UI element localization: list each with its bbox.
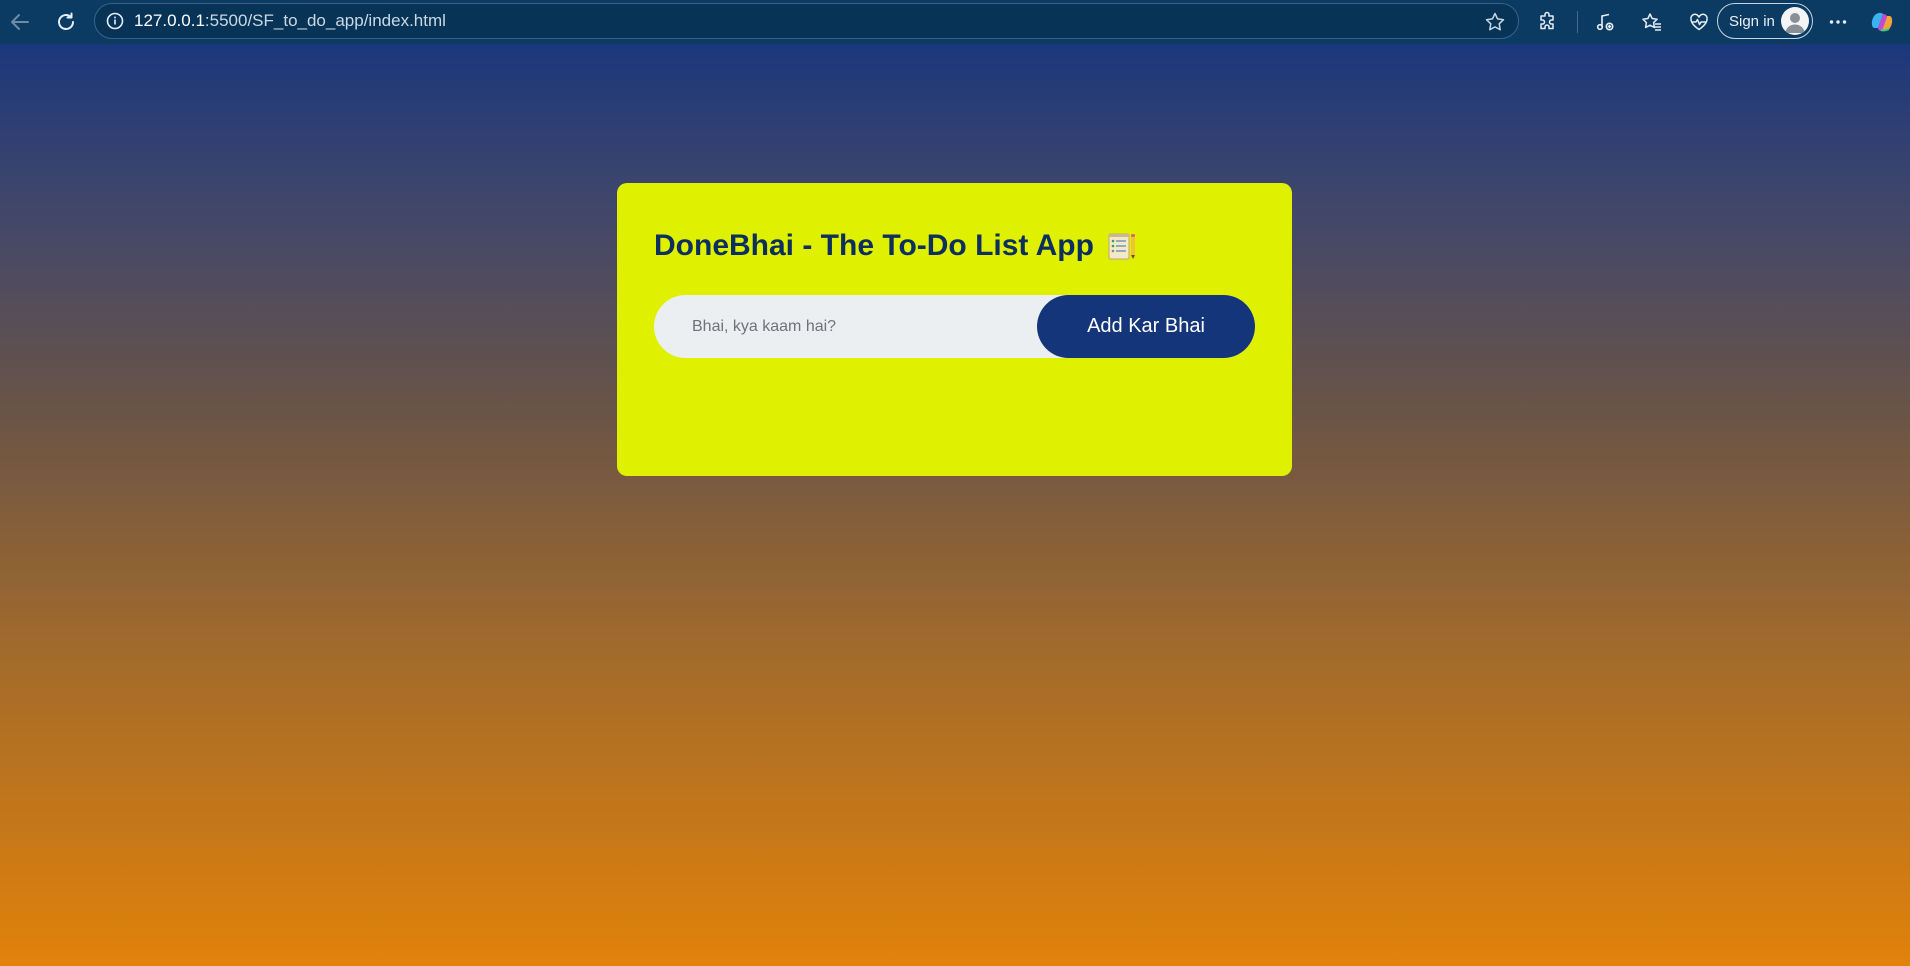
toolbar-icons [1530,4,1728,40]
extensions-icon[interactable] [1530,4,1566,40]
task-input-row: Add Kar Bhai [654,295,1255,358]
toolbar-divider [1577,11,1578,33]
info-icon[interactable] [105,11,125,31]
url-text: 127.0.0.1:5500/SF_to_do_app/index.html [134,11,446,31]
health-icon[interactable] [1681,4,1717,40]
url-path: :5500/SF_to_do_app/index.html [204,11,446,30]
media-control-icon[interactable] [1587,4,1623,40]
sign-in-button[interactable]: Sign in [1717,3,1813,39]
reload-button[interactable] [48,4,84,40]
page-background: DoneBhai - The To-Do List App Bhai, kya … [0,44,1910,966]
favorite-star-icon[interactable] [1482,9,1508,35]
back-button[interactable] [2,4,38,40]
browser-toolbar: 127.0.0.1:5500/SF_to_do_app/index.html S… [0,0,1910,44]
todo-card: DoneBhai - The To-Do List App Bhai, kya … [617,183,1292,476]
arrow-left-icon [11,14,29,30]
page-title-text: DoneBhai - The To-Do List App [654,229,1094,262]
copilot-icon[interactable] [1866,6,1898,38]
more-menu-icon[interactable] [1820,4,1856,40]
url-host: 127.0.0.1 [134,11,205,30]
page-title: DoneBhai - The To-Do List App [654,229,1138,263]
address-bar[interactable]: 127.0.0.1:5500/SF_to_do_app/index.html [94,3,1519,39]
favorites-icon[interactable] [1634,4,1670,40]
reload-icon [58,12,74,30]
task-input[interactable] [654,295,1054,358]
avatar [1781,7,1809,35]
sign-in-label: Sign in [1729,12,1775,30]
notepad-icon [1106,230,1138,262]
add-task-button[interactable]: Add Kar Bhai [1037,295,1255,358]
